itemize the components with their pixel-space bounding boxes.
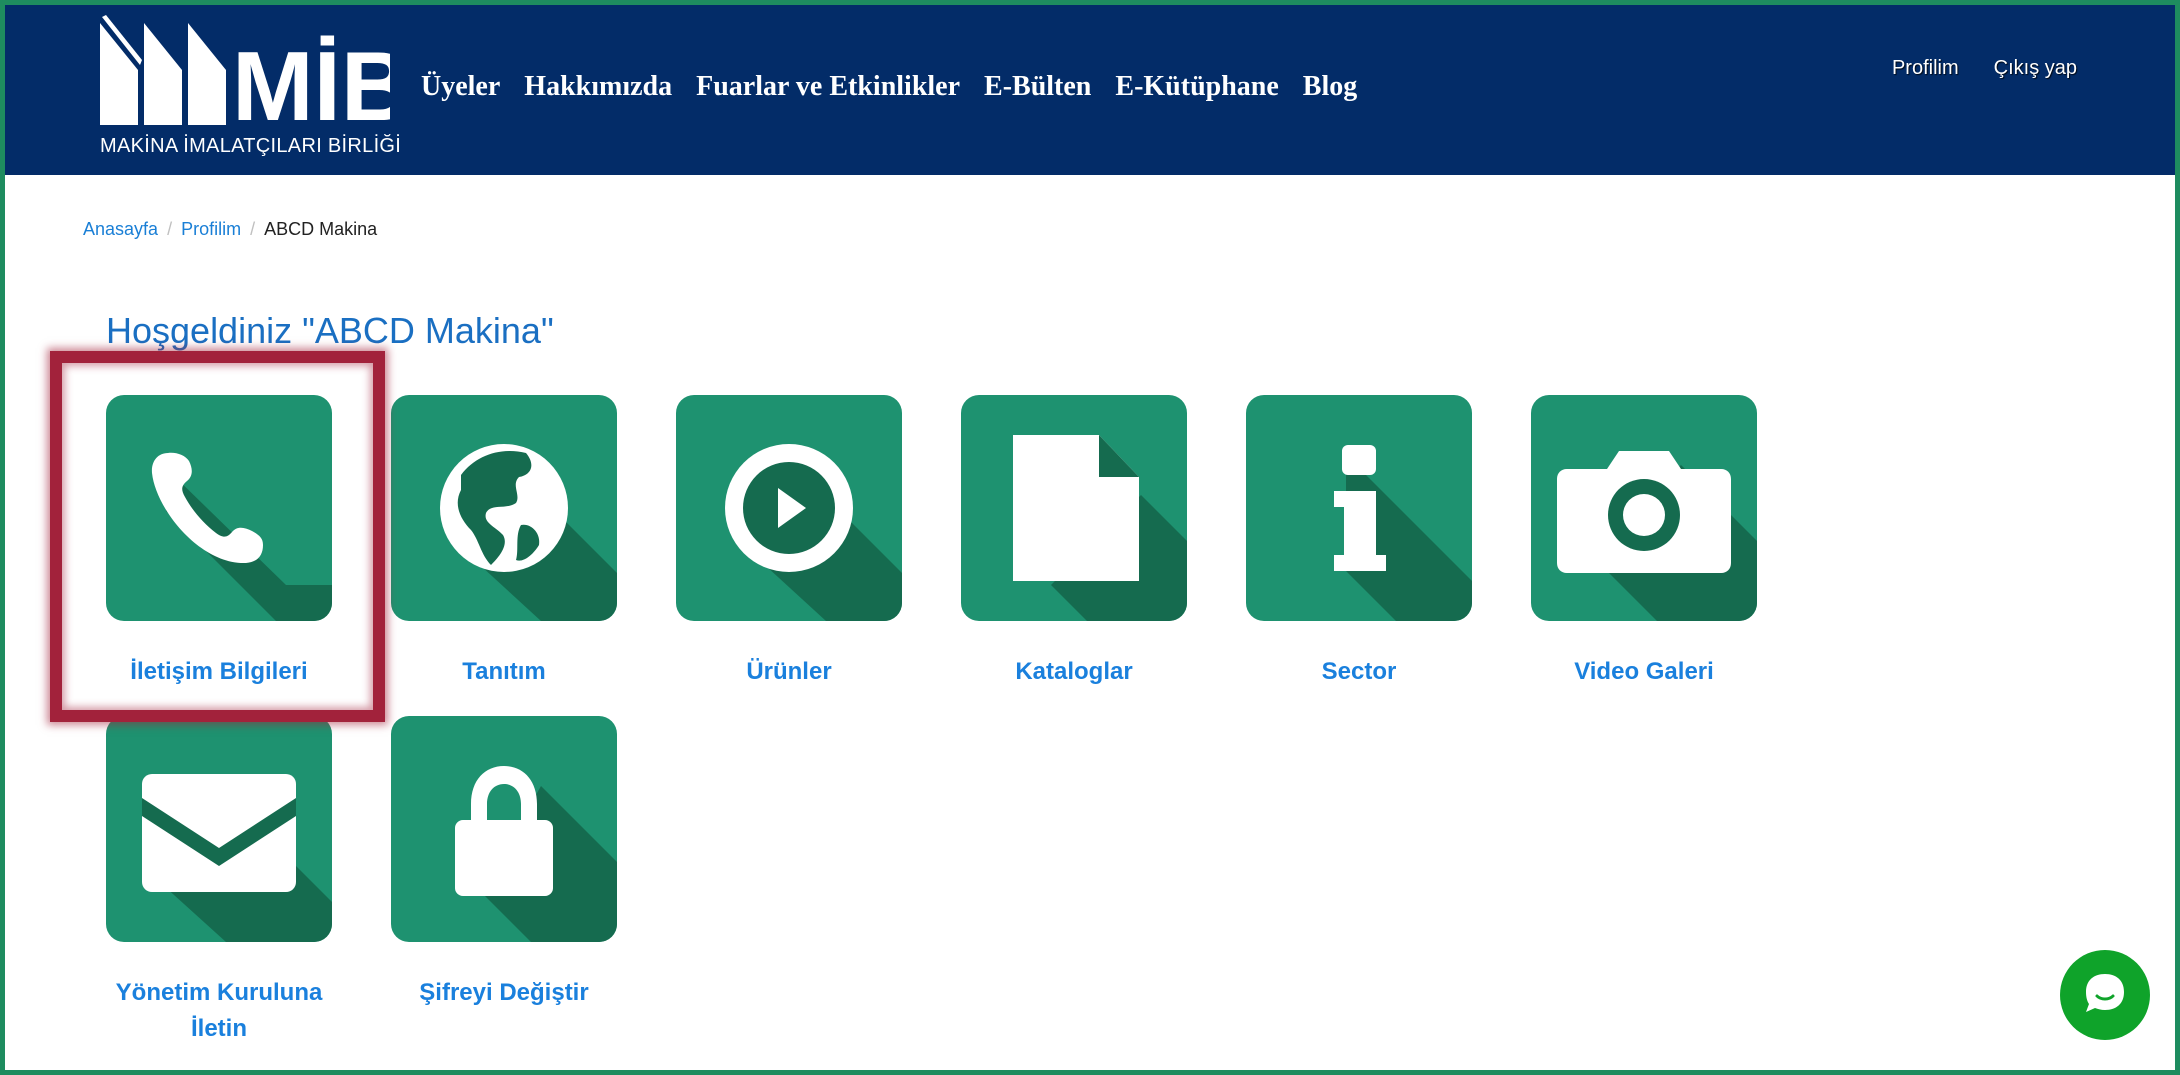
nav-blog[interactable]: Blog [1303,71,1357,103]
logo-mib-text: MİB [232,31,390,125]
nav-fuarlar[interactable]: Fuarlar ve Etkinlikler [696,71,960,103]
chat-icon [2086,974,2124,1012]
chat-widget-button[interactable] [2060,950,2150,1040]
tile-label[interactable]: Sector [1246,654,1472,690]
tile-video-gallery[interactable]: Video Galeri [1531,395,1757,690]
tile-introduction-icon-box[interactable] [391,395,617,621]
nav-e-kutuphane[interactable]: E-Kütüphane [1115,71,1278,103]
envelope-icon [142,774,332,942]
breadcrumb: Anasayfa / Profilim / ABCD Makina [83,219,377,240]
user-links: Profilim Çıkış yap [1892,57,2077,80]
tile-introduction[interactable]: Tanıtım [391,395,617,690]
tile-products[interactable]: Ürünler [676,395,902,690]
page-title: Hoşgeldiniz "ABCD Makina" [106,310,554,351]
main-nav: Üyeler Hakkımızda Fuarlar ve Etkinlikler… [421,71,1381,103]
tile-video-gallery-icon-box[interactable] [1531,395,1757,621]
profile-link[interactable]: Profilim [1892,57,1959,80]
tile-label[interactable]: Kataloglar [961,654,1187,690]
tile-board-contact-icon-box[interactable] [106,716,332,942]
tile-label[interactable]: Video Galeri [1531,654,1757,690]
mib-logo-mark: MİB [100,15,412,141]
tile-change-password[interactable]: Şifreyi Değiştir [391,716,617,1011]
logout-link[interactable]: Çıkış yap [1994,57,2077,80]
tile-catalogs[interactable]: Kataloglar [961,395,1187,690]
logo-subtitle: MAKİNA İMALATÇILARI BİRLİĞİ [100,135,402,157]
tile-board-contact[interactable]: Yönetim Kuruluna İletin [106,716,332,1047]
tile-products-icon-box[interactable] [676,395,902,621]
breadcrumb-separator: / [167,219,173,239]
breadcrumb-home[interactable]: Anasayfa [83,219,158,240]
nav-hakkimizda[interactable]: Hakkımızda [524,71,672,103]
tile-label[interactable]: Yönetim Kuruluna İletin [106,975,332,1047]
nav-e-bulten[interactable]: E-Bülten [984,71,1091,103]
tile-sector-icon-box[interactable] [1246,395,1472,621]
tile-label[interactable]: Tanıtım [391,654,617,690]
tile-catalogs-icon-box[interactable] [961,395,1187,621]
top-navbar: MİB MAKİNA İMALATÇILARI BİRLİĞİ Üyeler H… [5,5,2175,175]
breadcrumb-current: ABCD Makina [264,219,378,239]
play-circle-icon [725,444,902,621]
tile-label[interactable]: Ürünler [676,654,902,690]
mib-logo[interactable]: MİB MAKİNA İMALATÇILARI BİRLİĞİ [100,15,412,165]
info-icon [1334,445,1472,621]
nav-uyeler[interactable]: Üyeler [421,71,500,103]
camera-icon [1557,451,1757,621]
tile-label[interactable]: Şifreyi Değiştir [391,975,617,1011]
lock-icon [455,766,617,942]
breadcrumb-profile[interactable]: Profilim [181,219,241,240]
tile-change-password-icon-box[interactable] [391,716,617,942]
breadcrumb-separator: / [250,219,256,239]
globe-icon [440,444,617,621]
tile-sector[interactable]: Sector [1246,395,1472,690]
highlight-box [50,351,385,722]
document-icon [1013,435,1187,621]
